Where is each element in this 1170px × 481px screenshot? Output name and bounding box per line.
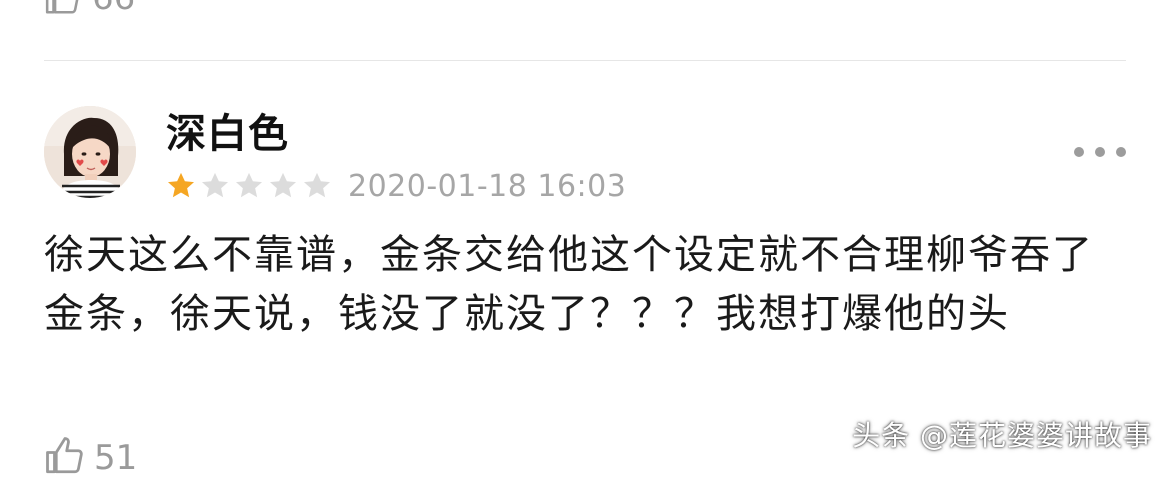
rating-row: 2020-01-18 16:03 bbox=[166, 166, 626, 206]
thumbs-up-icon bbox=[44, 435, 86, 481]
star-rating bbox=[166, 171, 336, 201]
watermark: 头条 @莲花婆婆讲故事 bbox=[852, 419, 1152, 452]
star-filled-icon bbox=[168, 172, 194, 198]
more-horizontal-icon bbox=[1074, 147, 1084, 157]
username[interactable]: 深白色 bbox=[166, 106, 289, 162]
comment-text: 徐天这么不靠谱，金条交给他这个设定就不合理柳爷吞了金条，徐天说，钱没了就没了？？… bbox=[44, 232, 1094, 337]
like-count: 51 bbox=[94, 438, 138, 478]
star-empty-icon bbox=[236, 172, 262, 198]
previous-comment-like-button[interactable]: 66 bbox=[44, 0, 135, 18]
more-options-button[interactable] bbox=[1074, 140, 1126, 164]
star-empty-icon bbox=[202, 172, 228, 198]
previous-comment-like-count: 66 bbox=[92, 0, 135, 18]
thumbs-up-icon bbox=[44, 0, 82, 17]
like-button[interactable]: 51 bbox=[44, 436, 137, 480]
comment-timestamp: 2020-01-18 16:03 bbox=[348, 168, 627, 204]
more-horizontal-icon bbox=[1095, 147, 1105, 157]
more-horizontal-icon bbox=[1116, 147, 1126, 157]
comment-divider bbox=[44, 60, 1126, 61]
star-empty-icon bbox=[270, 172, 296, 198]
star-empty-icon bbox=[304, 172, 330, 198]
user-avatar[interactable] bbox=[44, 106, 136, 198]
